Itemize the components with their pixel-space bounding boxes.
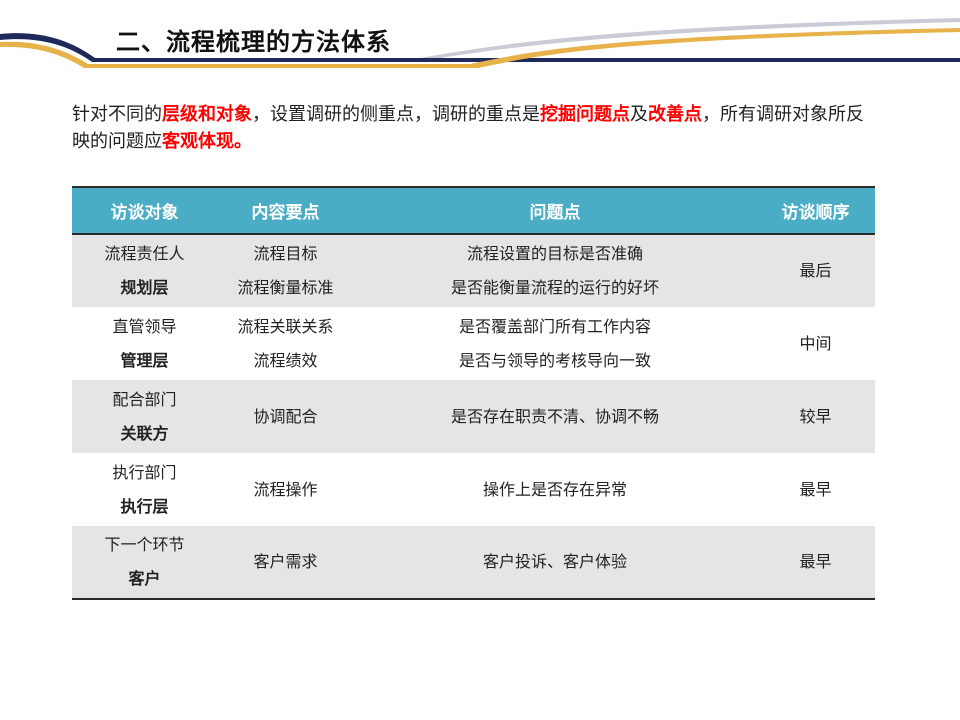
interviewee-cell: 配合部门 关联方 (72, 380, 217, 453)
interviewee-name: 下一个环节 (104, 535, 185, 554)
table-row: 执行部门 执行层 流程操作 操作上是否存在异常 最早 (72, 453, 875, 526)
table-row: 直管领导 管理层 流程关联关系 流程绩效 是否覆盖部门所有工作内容 是否与领导的… (72, 307, 875, 380)
intro-highlight: 改善点 (648, 104, 702, 125)
issues-cell: 流程设置的目标是否准确 是否能衡量流程的运行的好坏 (354, 234, 756, 307)
intro-text: ，设置调研的侧重点，调研的重点是 (252, 104, 540, 125)
order-cell: 最后 (799, 261, 832, 280)
issue-item: 是否覆盖部门所有工作内容 (458, 316, 651, 336)
interviewee-level: 管理层 (120, 350, 169, 370)
interviewee-cell: 执行部门 执行层 (72, 453, 217, 526)
issues-cell: 是否覆盖部门所有工作内容 是否与领导的考核导向一致 (354, 307, 756, 380)
interviewee-name: 流程责任人 (104, 244, 185, 263)
content-item: 客户需求 (253, 552, 318, 571)
content-item: 流程绩效 (253, 350, 318, 370)
content-cell: 流程关联关系 流程绩效 (217, 307, 354, 380)
intro-highlight: 层级和对象 (162, 104, 252, 125)
order-cell: 较早 (799, 406, 832, 426)
content-item: 流程操作 (253, 479, 318, 499)
content-cell: 协调配合 (217, 380, 354, 453)
header-issue-points: 问题点 (529, 203, 581, 223)
issue-item: 操作上是否存在异常 (482, 479, 627, 499)
order-cell: 中间 (799, 333, 832, 353)
issue-item: 是否能衡量流程的运行的好坏 (450, 278, 659, 297)
interviewee-level: 执行层 (120, 496, 169, 516)
issue-item: 是否与领导的考核导向一致 (458, 350, 651, 370)
content-item: 流程关联关系 (237, 316, 334, 336)
order-cell: 最早 (799, 479, 832, 499)
header-interview-order: 访谈顺序 (781, 203, 850, 223)
intro-paragraph: 针对不同的层级和对象，设置调研的侧重点，调研的重点是挖掘问题点及改善点，所有调研… (72, 101, 872, 155)
content-cell: 流程操作 (217, 453, 354, 526)
interviewee-level: 客户 (128, 569, 161, 588)
intro-highlight: 客观体现。 (162, 131, 252, 152)
interviewee-level: 规划层 (120, 278, 169, 297)
issue-item: 客户投诉、客户体验 (482, 552, 627, 571)
table-header-row: 访谈对象 内容要点 问题点 访谈顺序 (72, 187, 875, 234)
issue-item: 是否存在职责不清、协调不畅 (450, 406, 659, 426)
header-content-points: 内容要点 (251, 203, 320, 223)
slide-title: 二、流程梳理的方法体系 (116, 28, 391, 56)
interviewee-cell: 下一个环节 客户 (72, 526, 217, 599)
intro-text: 及 (630, 104, 648, 125)
content-cell: 流程目标 流程衡量标准 (217, 234, 354, 307)
issues-cell: 客户投诉、客户体验 (354, 526, 756, 599)
table-row: 下一个环节 客户 客户需求 客户投诉、客户体验 最早 (72, 526, 875, 599)
interviewee-name: 执行部门 (112, 462, 177, 482)
issue-item: 流程设置的目标是否准确 (466, 244, 643, 263)
interview-table: 访谈对象 内容要点 问题点 访谈顺序 流程责任人 规划层 流程目标 流程衡量标准… (72, 186, 875, 600)
issues-cell: 是否存在职责不清、协调不畅 (354, 380, 756, 453)
interviewee-cell: 直管领导 管理层 (72, 307, 217, 380)
interviewee-level: 关联方 (120, 423, 169, 443)
content-item: 流程目标 (253, 244, 318, 263)
interviewee-name: 配合部门 (112, 389, 177, 409)
content-item: 协调配合 (253, 406, 318, 426)
interviewee-cell: 流程责任人 规划层 (72, 234, 217, 307)
table-row: 配合部门 关联方 协调配合 是否存在职责不清、协调不畅 较早 (72, 380, 875, 453)
issues-cell: 操作上是否存在异常 (354, 453, 756, 526)
header-interviewee: 访谈对象 (110, 203, 179, 223)
order-cell: 最早 (799, 552, 832, 571)
content-item: 流程衡量标准 (237, 278, 334, 297)
table-row: 流程责任人 规划层 流程目标 流程衡量标准 流程设置的目标是否准确 是否能衡量流… (72, 234, 875, 307)
content-cell: 客户需求 (217, 526, 354, 599)
intro-highlight: 挖掘问题点 (540, 104, 630, 125)
intro-text: 针对不同的 (72, 104, 162, 125)
interviewee-name: 直管领导 (112, 316, 177, 336)
